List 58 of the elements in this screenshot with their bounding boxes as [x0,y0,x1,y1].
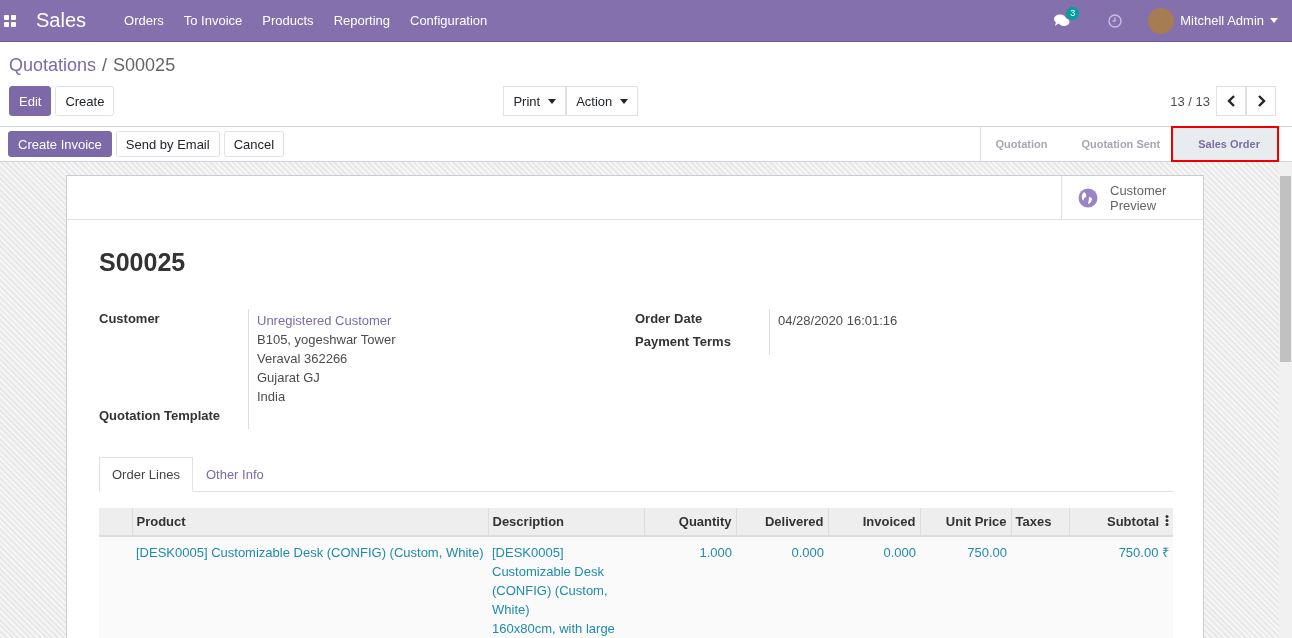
dropdown-button[interactable]: Print [503,86,567,116]
next-button[interactable] [1246,86,1276,116]
chevron-left-icon [1226,95,1236,107]
table-cell: [DESK0005] Customizable Desk (CONFIG) (Custom, White) 160x80cm, with large [488,536,644,638]
breadcrumb-separator: / [102,55,108,76]
user-name[interactable]: Mitchell Admin [1180,13,1264,28]
grid-icon[interactable] [4,14,16,27]
workflow-button[interactable]: Cancel [223,131,285,157]
menu-item[interactable]: Configuration [410,13,488,28]
caret-icon[interactable] [1270,18,1278,23]
address-text: B105, yogeshwar Tower Veraval 362266 Gujarat GJ India [257,331,397,406]
customer-link[interactable]: Unregistered Customer [257,311,635,330]
field-label: Quotation Template [99,406,249,429]
menu-item[interactable]: Products [262,13,314,28]
column-header[interactable]: Product [132,508,488,536]
column-header[interactable]: Unit Price [920,508,1011,536]
caret-icon [620,98,629,104]
column-header[interactable]: Subtotal [1069,508,1173,536]
previous-button[interactable] [1216,86,1246,116]
record-title: S00025 [99,248,187,277]
breadcrumb-link[interactable]: Quotations [9,55,97,76]
table-cell: 1.000 [644,536,736,638]
column-header[interactable]: Taxes [1011,508,1069,536]
status-step[interactable]: Sales Order [1172,127,1278,161]
column-header[interactable]: Delivered [736,508,828,536]
scrollbar[interactable] [1279,162,1292,638]
edit-button[interactable]: Edit [9,86,52,116]
chevron-right-icon [1256,95,1266,107]
table-cell: 750.00 ₹ [1069,536,1173,638]
globe-icon [1078,187,1098,208]
message-count-badge: 3 [1066,6,1080,20]
dropdown-button[interactable]: Action [566,86,639,116]
table-cell: 750.00 [920,536,1011,638]
pager-counter: 13 / 13 [1170,93,1210,109]
workflow-button[interactable]: Send by Email [115,131,220,157]
kebab-icon[interactable] [1165,515,1169,526]
breadcrumb-current: S00025 [113,55,176,76]
app-title[interactable]: Sales [36,9,87,32]
menu-item[interactable]: Orders [124,13,164,28]
field-label: Order Date [635,309,770,332]
tab[interactable]: Other Info [192,457,277,492]
field-value: 04/28/2020 16:01:16 [778,313,898,328]
caret-icon [548,98,557,104]
menu-item[interactable]: To Invoice [183,13,243,28]
chat-icon[interactable] [1054,13,1071,28]
create-button[interactable]: Create [55,86,115,116]
table-cell: [DESK0005] Customizable Desk (CONFIG) (Custom, White) [132,536,488,638]
column-header[interactable]: Quantity [644,508,736,536]
column-header[interactable]: Description [488,508,644,536]
workflow-button[interactable]: Create Invoice [8,131,112,157]
tab[interactable]: Order Lines [99,457,193,492]
menu-item[interactable]: Reporting [333,13,390,28]
clock-icon[interactable] [1108,13,1123,28]
table-cell: 0.000 [736,536,828,638]
field-label: Customer [99,309,249,406]
table-cell: 0.000 [828,536,920,638]
column-header[interactable]: Invoiced [828,508,920,536]
field-label: Payment Terms [635,332,770,355]
